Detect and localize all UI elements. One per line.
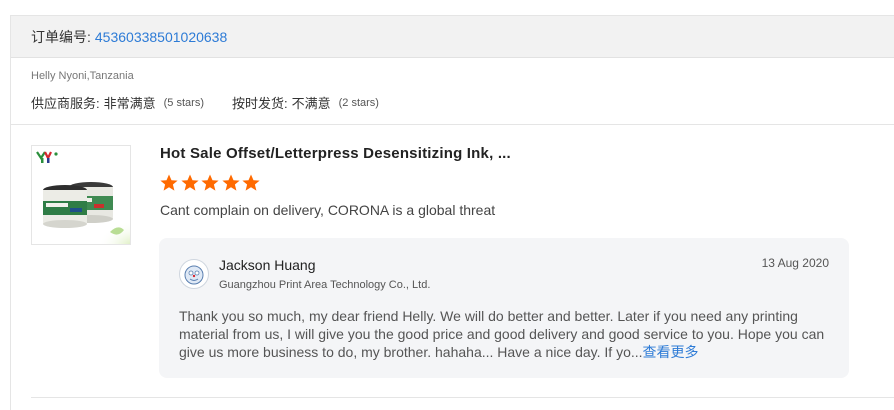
- rating-value: 非常满意: [103, 96, 156, 111]
- order-header: 订单编号: 45360338501020638: [11, 16, 894, 58]
- order-number-label: 订单编号:: [31, 28, 91, 45]
- star-icon: [201, 174, 219, 191]
- reply-body: Thank you so much, my dear friend Helly.…: [179, 308, 825, 360]
- rating-value: 不满意: [291, 96, 331, 111]
- product-title[interactable]: Hot Sale Offset/Letterpress Desensitizin…: [160, 145, 511, 162]
- rating-stars-count: (2 stars): [338, 96, 379, 109]
- star-icon: [160, 174, 178, 191]
- reply-date: 13 Aug 2020: [761, 256, 829, 270]
- see-more-link[interactable]: 查看更多: [643, 344, 699, 360]
- on-time-delivery-rating: 按时发货: 不满意 (2 stars): [232, 93, 379, 112]
- seller-reply-text: Thank you so much, my dear friend Helly.…: [179, 307, 829, 361]
- seller-company[interactable]: Guangzhou Print Area Technology Co., Ltd…: [219, 279, 430, 291]
- product-star-rating: [159, 173, 262, 193]
- ink-cans-icon: [32, 146, 130, 244]
- supplier-service-rating: 供应商服务: 非常满意 (5 stars): [31, 93, 204, 112]
- seller-name: Jackson Huang: [219, 257, 316, 273]
- buyer-name: Helly Nyoni,Tanzania: [31, 70, 134, 82]
- rating-stars-count: (5 stars): [163, 96, 204, 109]
- star-icon: [242, 174, 260, 191]
- divider: [31, 397, 894, 398]
- rating-label: 供应商服务:: [31, 96, 100, 111]
- star-icon: [180, 174, 199, 191]
- buyer-section: Helly Nyoni,Tanzania 供应商服务: 非常满意 (5 star…: [11, 58, 894, 125]
- review-card: 订单编号: 45360338501020638 Helly Nyoni,Tanz…: [10, 15, 894, 410]
- buyer-ratings: 供应商服务: 非常满意 (5 stars) 按时发货: 不满意 (2 stars…: [31, 93, 407, 112]
- buyer-review-text: Cant complain on delivery, CORONA is a g…: [160, 202, 496, 218]
- star-icon: [221, 174, 240, 191]
- seller-reply-box: Jackson Huang Guangzhou Print Area Techn…: [159, 238, 849, 378]
- rating-label: 按时发货:: [231, 96, 288, 111]
- order-number-link[interactable]: 45360338501020638: [95, 29, 227, 45]
- seller-avatar-icon: [179, 259, 209, 289]
- product-image[interactable]: [31, 145, 131, 245]
